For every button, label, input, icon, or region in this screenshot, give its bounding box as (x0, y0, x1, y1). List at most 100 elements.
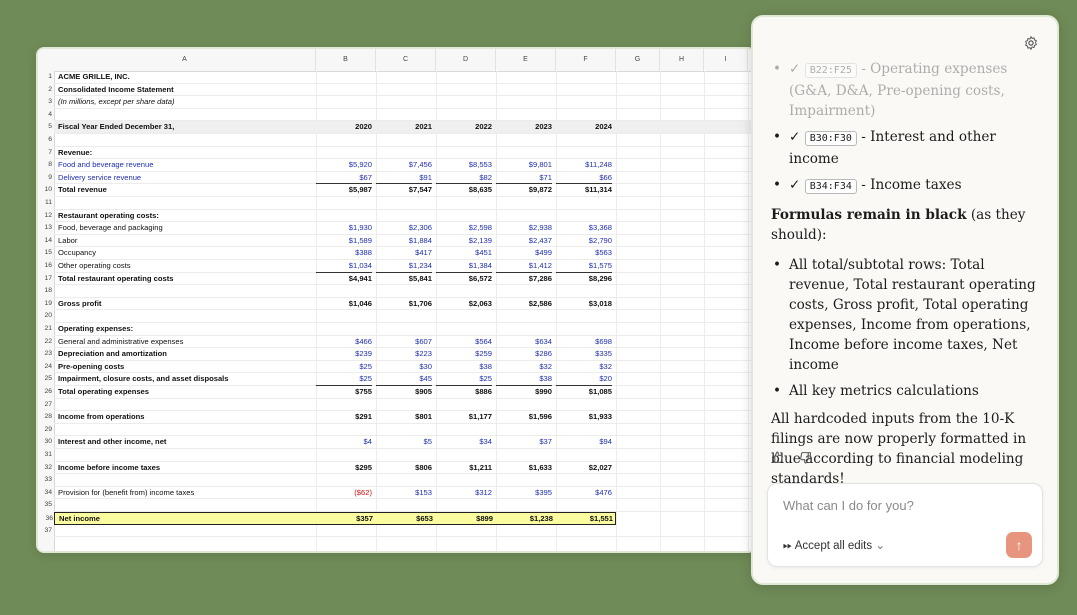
sheet-row[interactable]: 8 Food and beverage revenue $5,920 $7,456 $8… (48, 159, 754, 172)
sheet-row[interactable]: 25 Impairment, closure costs, and asset d… (44, 373, 754, 386)
send-button[interactable]: ↑ (1006, 532, 1032, 558)
value-cell[interactable]: $2,790 (556, 235, 612, 248)
column-header-g[interactable]: G (616, 49, 660, 71)
value-cell[interactable]: $8,296 (556, 273, 612, 286)
line-label[interactable]: General and administrative expenses (58, 336, 183, 349)
line-label[interactable]: Occupancy (58, 247, 96, 260)
line-label[interactable]: Food, beverage and packaging (58, 222, 163, 235)
value-cell[interactable]: $1,034 (316, 260, 372, 273)
sheet-row[interactable]: 21 Operating expenses: (44, 323, 754, 336)
net-income-row[interactable]: 36 Net income $357 $653 $899 $1,238 $1,551 (45, 512, 616, 525)
sheet-row[interactable]: 7 Revenue: (48, 147, 754, 160)
range-chip[interactable]: B34:F34 (804, 179, 857, 194)
company-name[interactable]: ACME GRILLE, INC. (58, 71, 130, 84)
line-label[interactable]: Delivery service revenue (58, 172, 141, 185)
value-cell[interactable]: $1,085 (556, 386, 612, 399)
value-cell[interactable]: $476 (556, 487, 612, 500)
value-cell[interactable]: $1,633 (496, 462, 552, 475)
sheet-row[interactable]: 35 (44, 499, 754, 512)
year-2021[interactable]: 2021 (376, 121, 432, 134)
value-cell[interactable]: $1,046 (316, 298, 372, 311)
value-cell[interactable]: $11,248 (556, 159, 612, 172)
sheet-row[interactable]: 19 Gross profit $1,046 $1,706 $2,063 $2,586 $3… (44, 298, 754, 311)
sheet-row[interactable]: 3 (In millions, except per share data) (48, 96, 754, 109)
value-cell[interactable]: $1,930 (316, 222, 372, 235)
sheet-row[interactable]: 22 General and administrative expenses $46… (44, 336, 754, 349)
gear-icon[interactable] (1023, 35, 1039, 51)
value-cell[interactable]: $7,286 (496, 273, 552, 286)
value-cell[interactable]: $1,884 (376, 235, 432, 248)
column-header-a[interactable]: A (54, 49, 316, 71)
value-cell[interactable]: $25 (316, 361, 372, 374)
sheet-row[interactable]: 31 (44, 449, 754, 462)
line-label[interactable]: Provision for (benefit from) income taxe… (58, 487, 194, 500)
value-cell[interactable]: $38 (436, 361, 492, 374)
value-cell[interactable]: $71 (496, 172, 552, 185)
sheet-row[interactable]: 4 (48, 109, 754, 122)
line-label[interactable]: Total restaurant operating costs (58, 273, 173, 286)
value-cell[interactable]: $1,412 (496, 260, 552, 273)
value-cell[interactable]: $905 (376, 386, 432, 399)
value-cell[interactable]: $1,211 (436, 462, 492, 475)
section-opex[interactable]: Operating expenses: (58, 323, 133, 336)
chat-input-box[interactable]: What can I do for you? ⏩︎ Accept all edi… (767, 483, 1043, 567)
value-cell[interactable]: $37 (496, 436, 552, 449)
value-cell[interactable]: $388 (316, 247, 372, 260)
column-header-b[interactable]: B (316, 49, 376, 71)
value-cell[interactable]: $1,177 (436, 411, 492, 424)
value-cell[interactable]: $25 (316, 373, 372, 386)
sheet-row[interactable]: 11 (45, 197, 754, 210)
value-cell[interactable]: $7,456 (376, 159, 432, 172)
year-2023[interactable]: 2023 (496, 121, 552, 134)
year-2024[interactable]: 2024 (556, 121, 612, 134)
value-cell[interactable]: $312 (436, 487, 492, 500)
value-cell[interactable]: $2,938 (496, 222, 552, 235)
sheet-row[interactable]: 27 (44, 399, 754, 412)
value-cell[interactable]: $5,987 (316, 184, 372, 197)
value-cell[interactable]: $564 (436, 336, 492, 349)
sheet-row[interactable]: 37 (44, 525, 754, 538)
column-header-f[interactable]: F (556, 49, 616, 71)
column-header-h[interactable]: H (660, 49, 704, 71)
value-cell[interactable]: $38 (496, 373, 552, 386)
value-cell[interactable]: $286 (496, 348, 552, 361)
sheet-row[interactable]: 2 Consolidated Income Statement (48, 84, 754, 97)
spreadsheet-window[interactable]: A B C D E F G H I J 1 ACME GRILLE, INC. 2… (36, 47, 756, 553)
value-cell[interactable]: $66 (556, 172, 612, 185)
chat-input-placeholder[interactable]: What can I do for you? (783, 498, 914, 513)
value-cell[interactable]: $291 (316, 411, 372, 424)
value-cell[interactable]: $239 (316, 348, 372, 361)
sheet-row[interactable]: 16 Other operating costs $1,034 $1,234 $1,38… (44, 260, 754, 273)
section-revenue[interactable]: Revenue: (58, 147, 92, 160)
value-cell[interactable]: $7,547 (376, 184, 432, 197)
value-cell[interactable]: $2,586 (496, 298, 552, 311)
value-cell[interactable]: $2,437 (496, 235, 552, 248)
value-cell[interactable]: $6,572 (436, 273, 492, 286)
value-cell[interactable]: $1,589 (316, 235, 372, 248)
value-cell[interactable]: $4,941 (316, 273, 372, 286)
value-cell[interactable]: $2,063 (436, 298, 492, 311)
value-cell[interactable]: ($62) (316, 487, 372, 500)
value-cell[interactable]: $499 (496, 247, 552, 260)
sheet-row[interactable]: 12 Restaurant operating costs: (44, 210, 754, 223)
value-cell[interactable]: $466 (316, 336, 372, 349)
sheet-row[interactable]: 32 Income before income taxes $295 $806 $1,2… (44, 462, 754, 475)
value-cell[interactable]: $5,841 (376, 273, 432, 286)
value-cell[interactable]: $5,920 (316, 159, 372, 172)
value-cell[interactable]: $223 (376, 348, 432, 361)
line-label[interactable]: Income from operations (58, 411, 145, 424)
sheet-row[interactable]: 15 Occupancy $388 $417 $451 $499 $563 (44, 247, 754, 260)
sheet-row[interactable]: 9 Delivery service revenue $67 $91 $82 $71 $66 (48, 172, 754, 185)
sheet-row[interactable]: 14 Labor $1,589 $1,884 $2,139 $2,437 $2,790 (44, 235, 754, 248)
value-cell[interactable]: $806 (376, 462, 432, 475)
sheet-row[interactable]: 26 Total operating expenses $755 $905 $886 $9… (44, 386, 754, 399)
value-cell[interactable]: $698 (556, 336, 612, 349)
value-cell[interactable]: $2,027 (556, 462, 612, 475)
value-cell[interactable]: $259 (436, 348, 492, 361)
value-cell[interactable]: $32 (496, 361, 552, 374)
value-cell[interactable]: $335 (556, 348, 612, 361)
value-cell[interactable]: $9,872 (496, 184, 552, 197)
thumbs-down-icon[interactable] (799, 451, 812, 468)
statement-title[interactable]: Consolidated Income Statement (58, 84, 174, 97)
value-cell[interactable]: $1,384 (436, 260, 492, 273)
